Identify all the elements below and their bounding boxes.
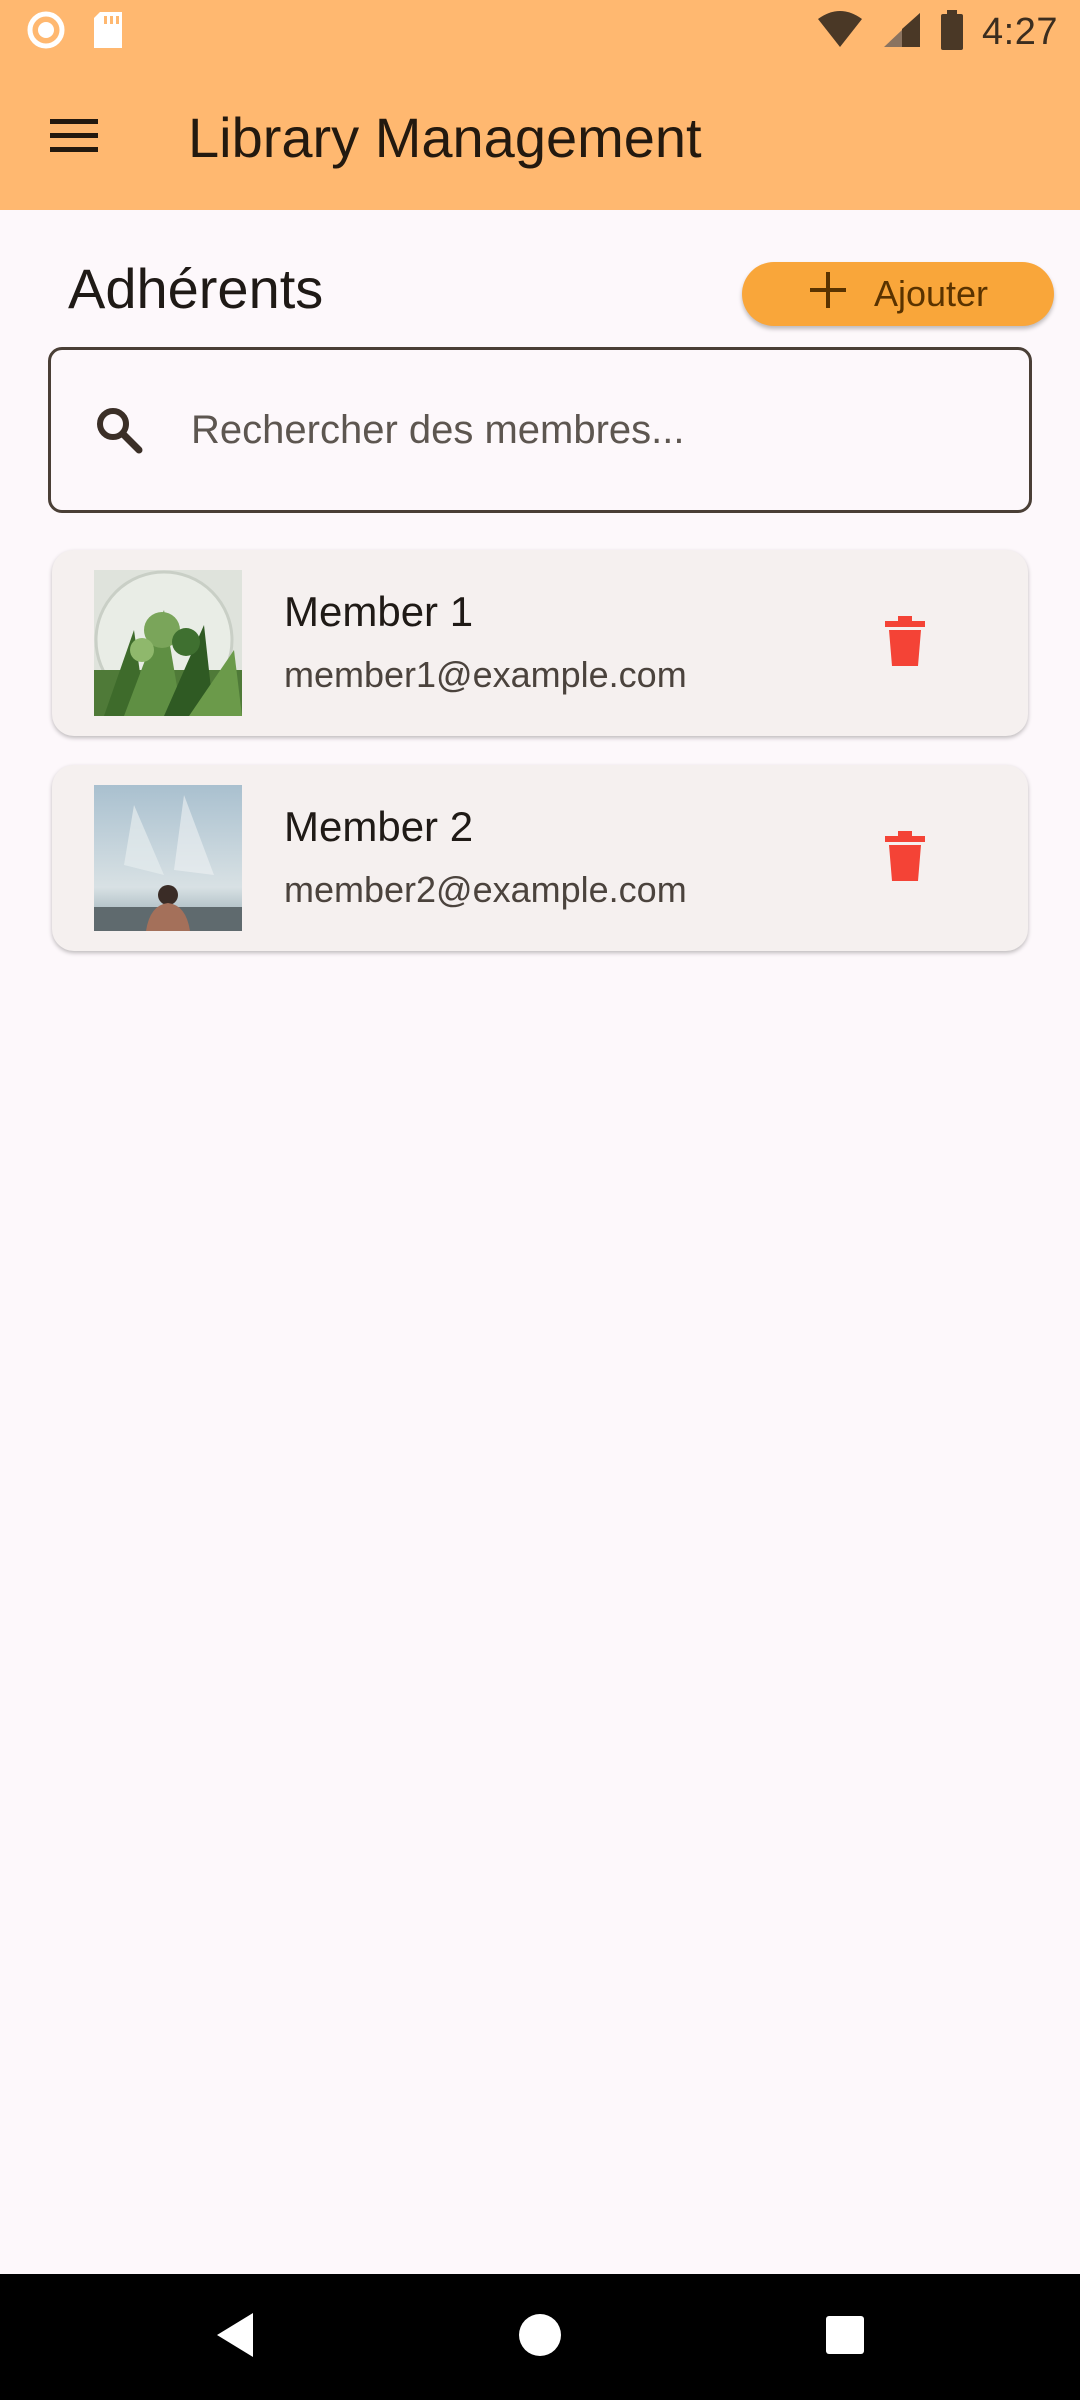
member-avatar	[94, 785, 242, 931]
home-icon	[517, 2312, 563, 2363]
member-name: Member 2	[284, 803, 474, 850]
add-button-label: Ajouter	[873, 273, 989, 314]
add-icon	[808, 270, 848, 319]
member-name: Member 1	[284, 588, 474, 635]
nav-back-button[interactable]	[200, 2302, 270, 2372]
delete-member-button[interactable]	[860, 598, 950, 688]
nav-recents-button[interactable]	[810, 2302, 880, 2372]
recents-icon	[824, 2314, 866, 2361]
delete-icon	[885, 615, 925, 671]
member-card[interactable]: Member 2 member2@example.com	[52, 765, 1028, 951]
add-member-button[interactable]: Ajouter	[742, 262, 1054, 326]
nav-home-button[interactable]	[505, 2302, 575, 2372]
member-email: member2@example.com	[284, 869, 687, 910]
menu-icon	[48, 115, 100, 160]
back-icon	[213, 2311, 257, 2364]
app-root: 4:27 Library Management Adhérents Ajoute…	[0, 0, 1080, 2400]
status-left	[26, 10, 124, 55]
sd-card-icon	[92, 10, 124, 55]
delete-member-button[interactable]	[860, 813, 950, 903]
app-bar: Library Management	[0, 64, 1080, 210]
record-icon	[26, 10, 66, 55]
status-right: 4:27	[816, 9, 1058, 55]
delete-icon	[885, 830, 925, 886]
wifi-icon	[816, 10, 864, 54]
status-bar: 4:27	[0, 0, 1080, 64]
battery-icon	[940, 9, 964, 55]
system-nav-bar	[0, 2274, 1080, 2400]
section-title: Adhérents	[68, 257, 324, 320]
member-avatar	[94, 570, 242, 716]
signal-icon	[882, 11, 922, 54]
search-box[interactable]	[48, 347, 1032, 513]
member-card[interactable]: Member 1 member1@example.com	[52, 550, 1028, 736]
member-email: member1@example.com	[284, 654, 687, 695]
menu-button[interactable]	[24, 87, 124, 187]
status-time: 4:27	[982, 10, 1058, 53]
search-icon	[87, 398, 151, 462]
search-input[interactable]	[191, 407, 1029, 453]
app-title: Library Management	[188, 105, 702, 169]
